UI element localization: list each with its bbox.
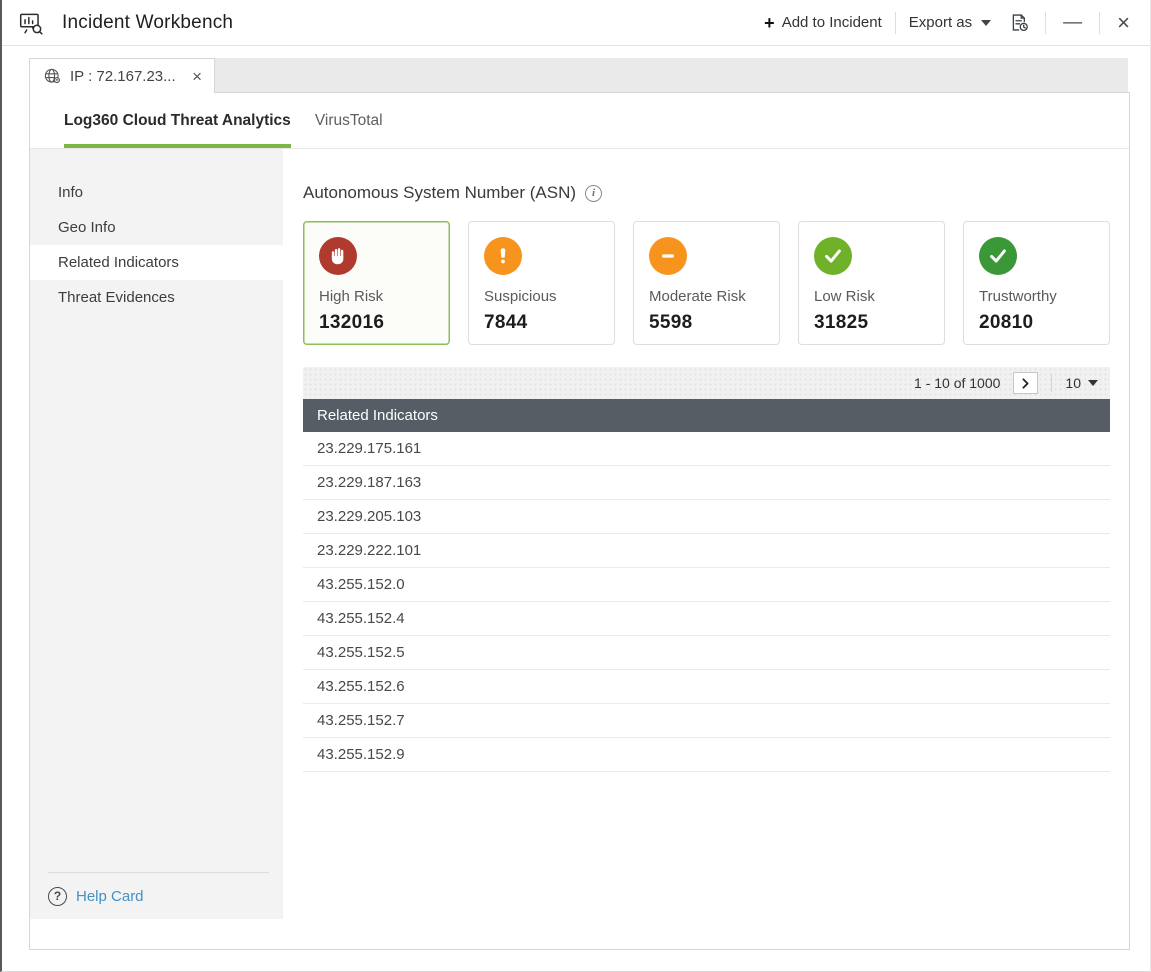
card-label: Low Risk (814, 288, 944, 305)
divider (1099, 12, 1100, 34)
exclamation-icon (484, 237, 522, 275)
chevron-down-icon (1088, 380, 1098, 386)
table-row[interactable]: 43.255.152.9 (303, 738, 1110, 772)
export-history-icon[interactable] (1007, 12, 1032, 33)
page-size-dropdown[interactable]: 10 (1065, 375, 1098, 391)
table-row[interactable]: 23.229.222.101 (303, 534, 1110, 568)
card-low-risk[interactable]: Low Risk 31825 (798, 221, 945, 345)
close-button[interactable]: × (1113, 12, 1134, 34)
table-row[interactable]: 23.229.205.103 (303, 500, 1110, 534)
incident-workbench-window: Incident Workbench + Add to Incident Exp… (0, 0, 1151, 972)
sidebar-item-related-indicators[interactable]: Related Indicators (30, 245, 283, 280)
card-value: 7844 (484, 312, 614, 334)
risk-cards: High Risk 132016 Suspicious 7844 (303, 221, 1129, 345)
tab-strip-empty (215, 58, 1128, 92)
card-label: Suspicious (484, 288, 614, 305)
globe-pin-icon (43, 67, 62, 86)
titlebar: Incident Workbench + Add to Incident Exp… (2, 0, 1150, 46)
minimize-button[interactable]: — (1059, 13, 1086, 32)
export-as-dropdown[interactable]: Export as (909, 14, 991, 31)
related-indicators-table: 1 - 10 of 1000 10 Related Indicators (303, 367, 1110, 772)
section-heading: Autonomous System Number (ASN) (303, 183, 576, 203)
pagination-bar: 1 - 10 of 1000 10 (303, 367, 1110, 399)
chevron-down-icon (981, 20, 991, 26)
card-value: 5598 (649, 312, 779, 334)
card-label: Trustworthy (979, 288, 1109, 305)
tab-ip-entity[interactable]: IP : 72.167.23... × (29, 58, 215, 93)
table-row[interactable]: 43.255.152.7 (303, 704, 1110, 738)
minus-icon (649, 237, 687, 275)
divider (895, 12, 896, 34)
hand-stop-icon (319, 237, 357, 275)
page-title: Incident Workbench (62, 12, 233, 34)
help-card-link[interactable]: ? Help Card (30, 873, 283, 919)
card-label: High Risk (319, 288, 449, 305)
tab-strip: IP : 72.167.23... × (29, 58, 1128, 92)
card-high-risk[interactable]: High Risk 132016 (303, 221, 450, 345)
add-to-incident-label: Add to Incident (782, 14, 882, 31)
add-to-incident-button[interactable]: + Add to Incident (764, 14, 882, 32)
card-value: 31825 (814, 312, 944, 334)
table-row[interactable]: 23.229.187.163 (303, 466, 1110, 500)
page-size-value: 10 (1065, 375, 1081, 391)
sidebar-item-info[interactable]: Info (30, 175, 283, 210)
divider (1045, 12, 1046, 34)
next-page-button[interactable] (1013, 372, 1038, 394)
tab-log360-cloud-threat-analytics[interactable]: Log360 Cloud Threat Analytics (64, 93, 291, 148)
main-panel: Log360 Cloud Threat Analytics VirusTotal… (29, 92, 1130, 950)
pagination-range: 1 - 10 of 1000 (914, 375, 1000, 391)
tab-virustotal[interactable]: VirusTotal (315, 93, 383, 148)
sidebar-nav: Info Geo Info Related Indicators Threat … (30, 149, 283, 315)
incident-workbench-logo-icon (16, 10, 46, 36)
table-row[interactable]: 23.229.175.161 (303, 432, 1110, 466)
check-icon (814, 237, 852, 275)
check-icon (979, 237, 1017, 275)
card-value: 20810 (979, 312, 1109, 334)
card-suspicious[interactable]: Suspicious 7844 (468, 221, 615, 345)
sidebar: Info Geo Info Related Indicators Threat … (30, 149, 283, 919)
info-icon[interactable]: i (585, 185, 602, 202)
card-value: 132016 (319, 312, 449, 334)
table-row[interactable]: 43.255.152.4 (303, 602, 1110, 636)
plus-icon: + (764, 14, 775, 32)
card-moderate-risk[interactable]: Moderate Risk 5598 (633, 221, 780, 345)
tab-label: IP : 72.167.23... (70, 68, 182, 85)
export-as-label: Export as (909, 14, 972, 31)
source-tabs: Log360 Cloud Threat Analytics VirusTotal (30, 93, 1129, 149)
table-row[interactable]: 43.255.152.0 (303, 568, 1110, 602)
table-row[interactable]: 43.255.152.5 (303, 636, 1110, 670)
sidebar-item-geo-info[interactable]: Geo Info (30, 210, 283, 245)
card-label: Moderate Risk (649, 288, 779, 305)
divider (1051, 374, 1052, 392)
content-area: Autonomous System Number (ASN) i (283, 149, 1129, 949)
table-header: Related Indicators (303, 399, 1110, 432)
help-card-label: Help Card (76, 888, 144, 905)
tab-close-icon[interactable]: × (190, 68, 204, 85)
table-row[interactable]: 43.255.152.6 (303, 670, 1110, 704)
card-trustworthy[interactable]: Trustworthy 20810 (963, 221, 1110, 345)
sidebar-item-threat-evidences[interactable]: Threat Evidences (30, 280, 283, 315)
question-mark-icon: ? (48, 887, 67, 906)
